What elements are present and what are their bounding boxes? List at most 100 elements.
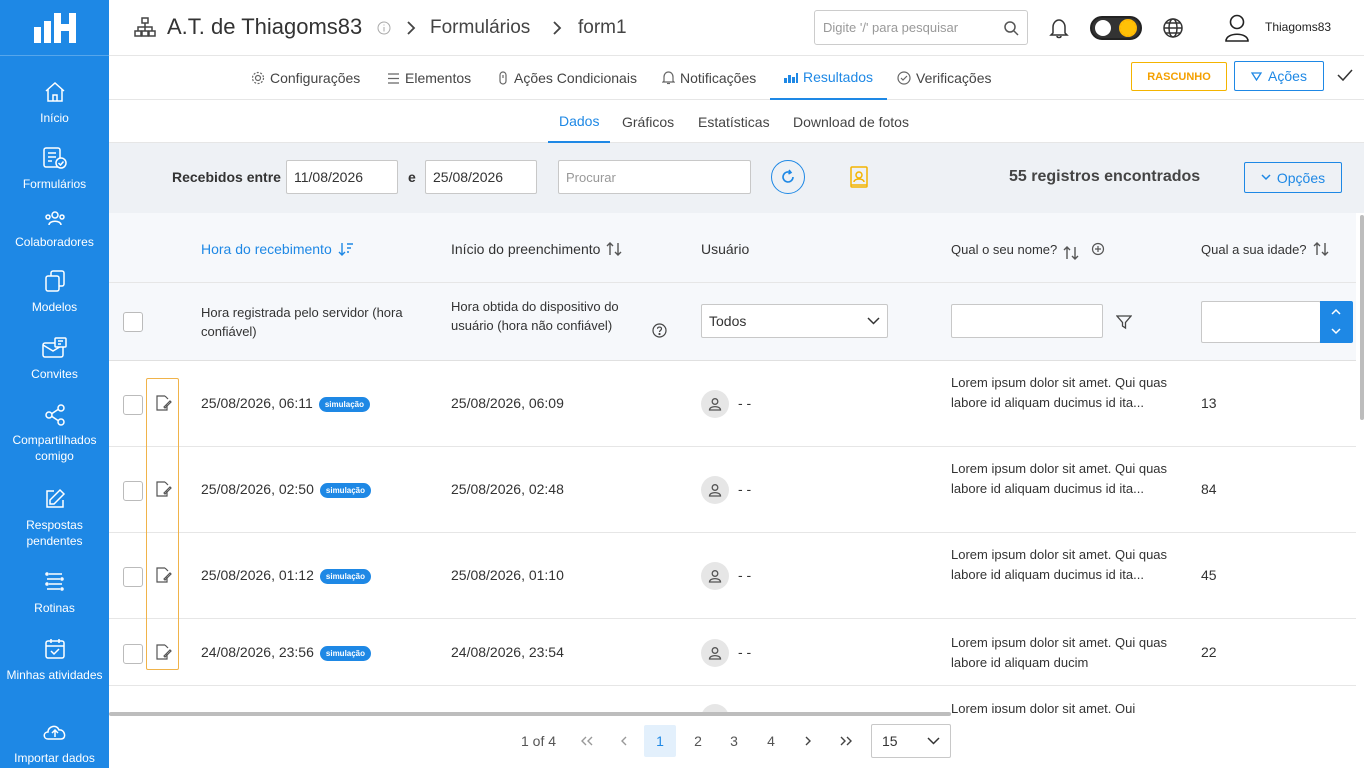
chevron-up-icon[interactable] (1331, 308, 1341, 315)
sidebar-item-label: Colaboradores (15, 235, 94, 249)
forms-icon (42, 147, 67, 169)
start-description: Hora obtida do dispositivo do usuário (h… (451, 299, 619, 333)
tab-resultados[interactable]: Resultados (770, 56, 888, 100)
draft-status-button[interactable]: RASCUNHO (1131, 62, 1227, 91)
age-filter-input[interactable] (1201, 301, 1321, 343)
refresh-button[interactable] (771, 160, 805, 194)
column-title: Hora do recebimento (201, 241, 332, 257)
column-header-name[interactable]: Qual o seu nome? (951, 237, 1105, 261)
start-cell: 24/08/2026, 23:54 (451, 644, 564, 660)
breadcrumb-form[interactable]: form1 (578, 17, 627, 39)
breadcrumb-formularios[interactable]: Formulários (430, 17, 530, 39)
received-cell: 25/08/2026, 06:11 simulação (201, 395, 370, 412)
next-page-button[interactable] (792, 725, 824, 757)
info-icon[interactable] (377, 21, 391, 35)
first-page-button[interactable] (571, 725, 603, 757)
age-cell: 22 (1201, 644, 1217, 660)
chart-icon (784, 73, 798, 83)
globe-icon[interactable] (1162, 17, 1184, 39)
sidebar-item-label: Respostas pendentes (26, 518, 83, 548)
check-circle-icon (897, 71, 911, 85)
tab-verificacoes[interactable]: Verificações (897, 56, 991, 100)
tab-acoes-condicionais[interactable]: Ações Condicionais (497, 56, 637, 100)
logo-icon (33, 12, 76, 43)
chevron-down-icon[interactable] (1331, 328, 1341, 335)
tab-label: Resultados (803, 69, 874, 85)
help-icon[interactable] (652, 323, 667, 338)
username[interactable]: Thiagoms83 (1265, 20, 1331, 34)
column-header-user[interactable]: Usuário (701, 241, 749, 257)
column-header-start[interactable]: Início do preenchimento (451, 241, 622, 257)
theme-toggle[interactable] (1090, 16, 1142, 40)
page-button-1[interactable]: 1 (644, 725, 676, 757)
sidebar-item-inicio[interactable]: Início (0, 80, 109, 126)
column-title: Qual a sua idade? (1201, 241, 1307, 257)
last-page-button[interactable] (830, 725, 862, 757)
sidebar-item-compartilhados[interactable]: Compartilhados comigo (0, 404, 109, 464)
sidebar-item-importar-dados[interactable]: Importar dados (0, 720, 109, 766)
column-header-received[interactable]: Hora do recebimento (201, 241, 354, 257)
gear-icon (251, 71, 265, 85)
table-row[interactable]: 25/08/2026, 06:11 simulação 25/08/2026, 06… (109, 361, 1356, 447)
main-area: A.T. de Thiagoms83 Formulários form1 Dig… (109, 0, 1364, 768)
subtab-dados[interactable]: Dados (548, 100, 611, 143)
tab-label: Verificações (916, 70, 992, 86)
chevron-down-icon (1261, 174, 1271, 181)
subtab-graficos[interactable]: Gráficos (622, 100, 674, 143)
age-stepper[interactable] (1320, 301, 1353, 343)
sidebar-item-label: Minhas atividades (6, 668, 103, 682)
actions-button[interactable]: Ações (1234, 61, 1324, 91)
select-all-checkbox[interactable] (123, 312, 143, 332)
start-cell: 25/08/2026, 01:10 (451, 567, 564, 583)
page-size-select[interactable]: 15 (871, 724, 951, 758)
previous-page-button[interactable] (608, 725, 640, 757)
filter-icon[interactable] (1116, 314, 1132, 330)
date-from-input[interactable]: 11/08/2026 (286, 160, 398, 194)
tab-notificacoes[interactable]: Notificações (662, 56, 756, 100)
user-cell: - - (738, 644, 752, 660)
table-row[interactable]: 25/08/2026, 01:12 simulação 25/08/2026, 01… (109, 533, 1356, 619)
page-button-3[interactable]: 3 (718, 725, 750, 757)
name-cell: Lorem ipsum dolor sit amet. Qui quas lab… (951, 547, 1168, 582)
subtab-download-fotos[interactable]: Download de fotos (793, 100, 909, 143)
sidebar-item-formularios[interactable]: Formulários (0, 146, 109, 192)
chevron-right-icon (407, 21, 416, 35)
options-button[interactable]: Opções (1244, 162, 1342, 193)
sidebar-item-minhas-atividades[interactable]: Minhas atividades (0, 637, 109, 683)
simulation-badge: simulação (318, 396, 370, 412)
records-search-input[interactable]: Procurar (558, 160, 751, 194)
sidebar-item-colaboradores[interactable]: Colaboradores (0, 210, 109, 250)
row-checkbox[interactable] (123, 644, 143, 664)
row-checkbox[interactable] (123, 481, 143, 501)
page-button-2[interactable]: 2 (682, 725, 714, 757)
vertical-scrollbar[interactable] (1360, 215, 1364, 420)
row-checkbox[interactable] (123, 567, 143, 587)
sidebar-item-modelos[interactable]: Modelos (0, 269, 109, 315)
page-summary: 1 of 4 (521, 733, 557, 749)
app-logo[interactable] (0, 0, 109, 56)
subtab-estatisticas[interactable]: Estatísticas (698, 100, 770, 143)
table-header: Hora do recebimento Início do preenchime… (109, 213, 1356, 283)
table-row[interactable]: 24/08/2026, 23:56 simulação 24/08/2026, 23… (109, 619, 1356, 686)
sidebar-item-respostas-pendentes[interactable]: Respostas pendentes (0, 487, 109, 549)
organization-name[interactable]: A.T. de Thiagoms83 (167, 14, 362, 40)
add-circle-icon[interactable] (1091, 242, 1105, 256)
date-to-input[interactable]: 25/08/2026 (425, 160, 537, 194)
name-filter-input[interactable] (951, 304, 1103, 338)
page-size-value: 15 (882, 733, 898, 749)
page-button-4[interactable]: 4 (755, 725, 787, 757)
bell-icon[interactable] (1048, 17, 1070, 39)
user-filter-select[interactable]: Todos (701, 304, 888, 338)
row-checkbox[interactable] (123, 395, 143, 415)
global-search-input[interactable]: Digite '/' para pesquisar (814, 10, 1028, 45)
tab-configuracoes[interactable]: Configurações (251, 56, 360, 100)
sidebar-item-rotinas[interactable]: Rotinas (0, 570, 109, 616)
user-avatar-icon[interactable] (1224, 13, 1250, 43)
column-header-age[interactable]: Qual a sua idade? (1201, 241, 1329, 257)
tab-elementos[interactable]: Elementos (387, 56, 471, 100)
sidebar-item-convites[interactable]: Convites (0, 336, 109, 382)
contact-book-icon[interactable] (849, 165, 869, 189)
table-row[interactable]: 25/08/2026, 02:50 simulação 25/08/2026, 02… (109, 447, 1356, 533)
received-cell: 25/08/2026, 01:12 simulação (201, 567, 372, 584)
checkmark-icon[interactable] (1337, 68, 1353, 82)
